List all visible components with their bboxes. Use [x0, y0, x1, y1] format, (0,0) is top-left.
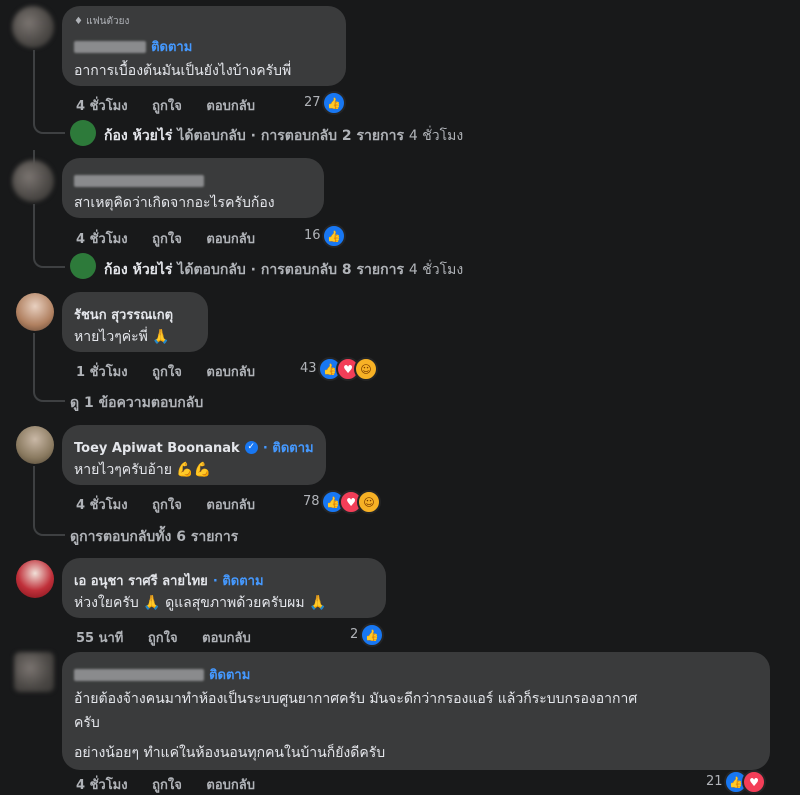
reply-button[interactable]: ตอบกลับ [206, 498, 255, 513]
timestamp[interactable]: 55 นาที [76, 631, 123, 646]
like-reaction-icon: 👍 [322, 224, 346, 248]
comment-text: หายไวๆครับอ้าย 💪💪 [74, 462, 212, 478]
comment-text: หายไวๆค่ะพี่ 🙏 [74, 329, 170, 345]
like-button[interactable]: ถูกใจ [152, 99, 182, 114]
reply-button[interactable]: ตอบกลับ [206, 778, 255, 793]
like-button[interactable]: ถูกใจ [152, 498, 182, 513]
timestamp[interactable]: 4 ชั่วโมง [76, 99, 128, 114]
avatar[interactable] [70, 253, 96, 279]
verified-badge-icon: ✓ [244, 441, 258, 454]
replies-summary[interactable]: ก้อง ห้วยไร่ ได้ตอบกลับ · การตอบกลับ 2 ร… [104, 125, 463, 147]
comment-text: อย่างน้อยๆ ทำแค่ในห้องนอนทุกคนในบ้านก็ยั… [74, 745, 386, 761]
reply-button[interactable]: ตอบกลับ [206, 232, 255, 247]
commenter-name[interactable]: Toey Apiwat Boonanak [74, 441, 240, 456]
thread-curve [33, 378, 65, 402]
redacted-name[interactable] [74, 40, 146, 53]
comment-actions: 1 ชั่วโมง ถูกใจ ตอบกลับ [76, 361, 275, 382]
like-button[interactable]: ถูกใจ [148, 631, 178, 646]
avatar[interactable] [12, 160, 54, 202]
reply-author[interactable]: ก้อง ห้วยไร่ [104, 262, 172, 278]
follow-button[interactable]: · ติดตาม [263, 441, 314, 456]
redacted-name[interactable] [74, 174, 204, 187]
care-reaction-icon: ☺ [357, 490, 381, 514]
follow-button[interactable]: ติดตาม [209, 668, 250, 683]
avatar[interactable] [16, 293, 54, 331]
comment-text: ครับ [74, 715, 100, 731]
love-reaction-icon: ♥ [742, 770, 766, 794]
comment-bubble: Toey Apiwat Boonanak ✓ · ติดตาม หายไวๆคร… [62, 425, 326, 485]
reaction-count[interactable]: 43 [300, 361, 317, 376]
like-button[interactable]: ถูกใจ [152, 778, 182, 793]
comment-bubble: ♦ แฟนตัวยง ติดตาม อาการเบื้องต้นมันเป็นย… [62, 6, 346, 86]
reaction-count[interactable]: 21 [706, 774, 723, 789]
replies-summary[interactable]: ก้อง ห้วยไร่ ได้ตอบกลับ · การตอบกลับ 8 ร… [104, 259, 463, 281]
timestamp[interactable]: 4 ชั่วโมง [76, 232, 128, 247]
follow-button[interactable]: ติดตาม [151, 40, 192, 55]
thread-line [33, 466, 35, 516]
commenter-name[interactable]: รัชนก สุวรรณเกตุ [74, 304, 173, 325]
comment-actions: 4 ชั่วโมง ถูกใจ ตอบกลับ [76, 95, 275, 116]
reply-action: ได้ตอบกลับ [177, 128, 246, 144]
timestamp: 4 ชั่วโมง [408, 128, 464, 144]
comment-actions: 4 ชั่วโมง ถูกใจ ตอบกลับ [76, 494, 275, 515]
care-reaction-icon: ☺ [354, 357, 378, 381]
like-button[interactable]: ถูกใจ [152, 365, 182, 380]
reaction-count[interactable]: 27 [304, 95, 321, 110]
reply-button[interactable]: ตอบกลับ [206, 365, 255, 380]
comment-text: อาการเบื้องต้นมันเป็นยังไงบ้างครับพี่ [74, 63, 292, 79]
thread-curve [33, 512, 65, 536]
diamond-icon: ♦ [74, 16, 83, 27]
comment-text: ห่วงใยครับ 🙏 ดูแลสุขภาพด้วยครับผม 🙏 [74, 595, 327, 611]
reply-author[interactable]: ก้อง ห้วยไร่ [104, 128, 172, 144]
follow-button[interactable]: · ติดตาม [213, 574, 264, 589]
comment-actions: 4 ชั่วโมง ถูกใจ ตอบกลับ [76, 228, 275, 249]
timestamp[interactable]: 1 ชั่วโมง [76, 365, 128, 380]
thread-curve [33, 110, 65, 134]
avatar[interactable] [12, 6, 54, 48]
reaction-count[interactable]: 2 [350, 627, 358, 642]
view-replies-link[interactable]: ดูการตอบกลับทั้ง 6 รายการ [70, 526, 238, 548]
like-reaction-icon: 👍 [322, 91, 346, 115]
comment-text: สาเหตุคิดว่าเกิดจากอะไรครับก้อง [74, 195, 275, 211]
timestamp: 4 ชั่วโมง [408, 262, 464, 278]
badge-label: แฟนตัวยง [86, 16, 130, 27]
avatar[interactable] [16, 560, 54, 598]
comment-text: อ้ายต้องจ้างคนมาทำห้องเป็นระบบศูนยากาศคร… [74, 691, 638, 707]
avatar[interactable] [70, 120, 96, 146]
reply-count[interactable]: · การตอบกลับ 2 รายการ [251, 128, 404, 144]
comment-bubble: สาเหตุคิดว่าเกิดจากอะไรครับก้อง [62, 158, 324, 218]
view-replies-link[interactable]: ดู 1 ข้อความตอบกลับ [70, 392, 203, 414]
comment-bubble: เอ อนุชา ราศรี ลายไทย · ติดตาม ห่วงใยครั… [62, 558, 386, 618]
commenter-name[interactable]: เอ อนุชา ราศรี ลายไทย [74, 574, 208, 589]
reaction-count[interactable]: 16 [304, 228, 321, 243]
comment-actions: 55 นาที ถูกใจ ตอบกลับ [76, 627, 271, 648]
like-reaction-icon: 👍 [360, 623, 384, 647]
fan-badge: ♦ แฟนตัวยง [74, 14, 129, 29]
reaction-count[interactable]: 78 [303, 494, 320, 509]
timestamp[interactable]: 4 ชั่วโมง [76, 498, 128, 513]
reply-button[interactable]: ตอบกลับ [202, 631, 251, 646]
comment-bubble: รัชนก สุวรรณเกตุ หายไวๆค่ะพี่ 🙏 [62, 292, 208, 352]
thread-curve [33, 244, 65, 268]
comment-actions: 4 ชั่วโมง ถูกใจ ตอบกลับ [76, 774, 275, 795]
avatar[interactable] [16, 426, 54, 464]
timestamp[interactable]: 4 ชั่วโมง [76, 778, 128, 793]
reply-action: ได้ตอบกลับ [177, 262, 246, 278]
reply-button[interactable]: ตอบกลับ [206, 99, 255, 114]
like-button[interactable]: ถูกใจ [152, 232, 182, 247]
thread-line [33, 333, 35, 383]
comment-bubble: ติดตาม อ้ายต้องจ้างคนมาทำห้องเป็นระบบศูน… [62, 652, 770, 770]
reply-count[interactable]: · การตอบกลับ 8 รายการ [251, 262, 404, 278]
avatar[interactable] [14, 652, 54, 692]
redacted-name[interactable] [74, 668, 204, 681]
